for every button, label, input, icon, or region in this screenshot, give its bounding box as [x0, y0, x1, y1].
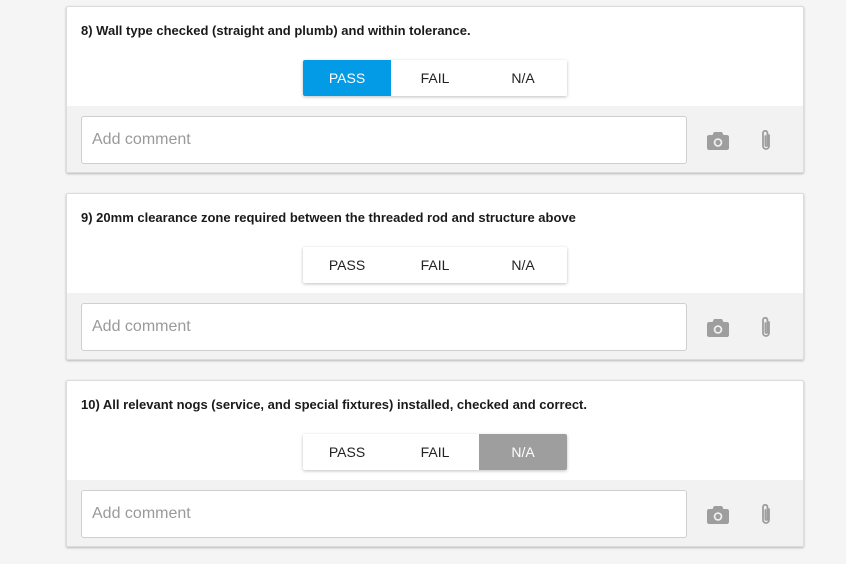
paperclip-icon[interactable] [753, 315, 779, 341]
camera-icon[interactable] [705, 315, 731, 341]
comment-input[interactable] [81, 303, 687, 351]
item-footer [67, 106, 803, 172]
na-option[interactable]: N/A [479, 60, 567, 96]
result-toggle: PASS FAIL N/A [303, 247, 567, 283]
item-footer [67, 480, 803, 546]
result-toggle: PASS FAIL N/A [303, 434, 567, 470]
pass-option[interactable]: PASS [303, 247, 391, 283]
item-title: 10) All relevant nogs (service, and spec… [81, 397, 587, 412]
item-footer [67, 293, 803, 359]
comment-input[interactable] [81, 490, 687, 538]
comment-input[interactable] [81, 116, 687, 164]
paperclip-icon[interactable] [753, 128, 779, 154]
pass-option[interactable]: PASS [303, 434, 391, 470]
na-option[interactable]: N/A [479, 247, 567, 283]
checklist-item-8: 8) Wall type checked (straight and plumb… [66, 6, 804, 173]
fail-option[interactable]: FAIL [391, 60, 479, 96]
item-title: 8) Wall type checked (straight and plumb… [81, 23, 471, 38]
checklist-item-9: 9) 20mm clearance zone required between … [66, 193, 804, 360]
camera-icon[interactable] [705, 502, 731, 528]
pass-option[interactable]: PASS [303, 60, 391, 96]
result-toggle: PASS FAIL N/A [303, 60, 567, 96]
checklist-item-10: 10) All relevant nogs (service, and spec… [66, 380, 804, 547]
item-title: 9) 20mm clearance zone required between … [81, 210, 576, 225]
na-option[interactable]: N/A [479, 434, 567, 470]
camera-icon[interactable] [705, 128, 731, 154]
paperclip-icon[interactable] [753, 502, 779, 528]
fail-option[interactable]: FAIL [391, 434, 479, 470]
fail-option[interactable]: FAIL [391, 247, 479, 283]
